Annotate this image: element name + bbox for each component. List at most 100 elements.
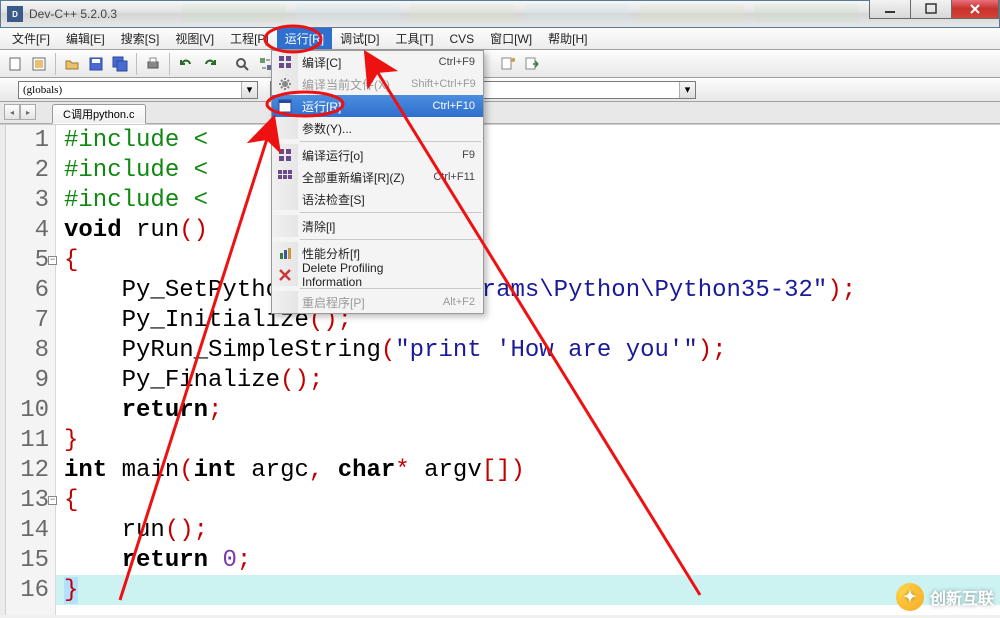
menu-调试[interactable]: 调试[D] bbox=[332, 28, 387, 49]
menu-item: 编译当前文件(X)Shift+Ctrl+F9 bbox=[272, 73, 483, 95]
undo-icon[interactable] bbox=[175, 53, 197, 75]
window-titlebar: D Dev-C++ 5.2.0.3 bbox=[0, 0, 1000, 28]
open-icon[interactable] bbox=[61, 53, 83, 75]
new-window-icon[interactable] bbox=[497, 53, 519, 75]
code-line[interactable]: return; bbox=[64, 395, 1000, 425]
background-tabs bbox=[181, 4, 859, 22]
menu-item-shortcut: Ctrl+F11 bbox=[411, 171, 483, 183]
line-number: 8 bbox=[6, 335, 55, 365]
chevron-down-icon[interactable]: ▾ bbox=[241, 82, 257, 98]
menu-工具[interactable]: 工具[T] bbox=[387, 28, 441, 49]
menu-item-shortcut: Alt+F2 bbox=[411, 296, 483, 308]
menu-cvs[interactable]: CVS bbox=[441, 28, 482, 49]
save-all-icon[interactable] bbox=[109, 53, 131, 75]
menu-item-label: 清除[l] bbox=[298, 218, 411, 235]
menu-item[interactable]: Delete Profiling Information bbox=[272, 264, 483, 286]
maximize-button[interactable] bbox=[910, 0, 952, 19]
menu-帮助[interactable]: 帮助[H] bbox=[540, 28, 595, 49]
close-button[interactable] bbox=[951, 0, 999, 19]
menu-item[interactable]: 全部重新编译[R](Z)Ctrl+F11 bbox=[272, 166, 483, 188]
line-number: 4 bbox=[6, 215, 55, 245]
menu-编辑[interactable]: 编辑[E] bbox=[58, 28, 113, 49]
menu-工程[interactable]: 工程[P] bbox=[222, 28, 277, 49]
line-number: 16 bbox=[6, 575, 55, 605]
window-title: Dev-C++ 5.2.0.3 bbox=[29, 7, 117, 21]
menu-搜索[interactable]: 搜索[S] bbox=[113, 28, 168, 49]
code-line[interactable]: PyRun_SimpleString("print 'How are you'"… bbox=[64, 335, 1000, 365]
menu-item-label: Delete Profiling Information bbox=[298, 261, 411, 289]
menu-item[interactable]: 运行[R]Ctrl+F10 bbox=[272, 95, 483, 117]
redo-icon[interactable] bbox=[199, 53, 221, 75]
window-icon bbox=[272, 95, 298, 117]
line-number: 5− bbox=[6, 245, 55, 275]
code-line[interactable]: Py_Initialize(); bbox=[64, 305, 1000, 335]
menu-item-label: 全部重新编译[R](Z) bbox=[298, 169, 411, 186]
blank-icon bbox=[272, 215, 298, 237]
cog-icon bbox=[272, 73, 298, 95]
new-project-icon[interactable] bbox=[28, 53, 50, 75]
menu-item-label: 重启程序[P] bbox=[298, 294, 411, 311]
menu-运行[interactable]: 运行[R] bbox=[277, 28, 332, 49]
menu-item[interactable]: 清除[l] bbox=[272, 215, 483, 237]
code-line[interactable]: Py_Finalize(); bbox=[64, 365, 1000, 395]
menu-item-label: 运行[R] bbox=[298, 98, 411, 115]
menu-item: 重启程序[P]Alt+F2 bbox=[272, 291, 483, 313]
code-line[interactable]: { bbox=[64, 245, 1000, 275]
line-number: 9 bbox=[6, 365, 55, 395]
code-text-area[interactable]: #include <#include <#include <void run()… bbox=[56, 125, 1000, 615]
tab-nav-right[interactable]: ▸ bbox=[20, 104, 36, 120]
menu-窗口[interactable]: 窗口[W] bbox=[482, 28, 540, 49]
tab-nav-left[interactable]: ◂ bbox=[4, 104, 20, 120]
blank-icon bbox=[272, 291, 298, 313]
watermark-logo-icon: ✦ bbox=[896, 583, 924, 611]
find-icon[interactable] bbox=[231, 53, 253, 75]
menu-item-label: 参数(Y)... bbox=[298, 120, 411, 137]
file-tab[interactable]: C调用python.c bbox=[52, 104, 146, 124]
menu-item-label: 编译[C] bbox=[298, 54, 411, 71]
line-number: 11 bbox=[6, 425, 55, 455]
line-number: 3 bbox=[6, 185, 55, 215]
print-icon[interactable] bbox=[142, 53, 164, 75]
line-number-gutter: 12345−678910111213−141516 bbox=[6, 125, 56, 615]
new-file-icon[interactable] bbox=[4, 53, 26, 75]
toolbar bbox=[0, 50, 1000, 78]
scope-combobox[interactable]: (globals) ▾ bbox=[18, 81, 258, 99]
code-line[interactable]: run(); bbox=[64, 515, 1000, 545]
run-menu-dropdown[interactable]: 编译[C]Ctrl+F9编译当前文件(X)Shift+Ctrl+F9运行[R]C… bbox=[271, 50, 484, 314]
chevron-down-icon[interactable]: ▾ bbox=[679, 82, 695, 98]
menu-item[interactable]: 编译运行[o]F9 bbox=[272, 144, 483, 166]
class-browser-bar: (globals) ▾ ▾ bbox=[0, 78, 1000, 102]
file-tab-label: C调用python.c bbox=[63, 106, 135, 122]
line-number: 15 bbox=[6, 545, 55, 575]
minimize-button[interactable] bbox=[869, 0, 911, 19]
menu-文件[interactable]: 文件[F] bbox=[4, 28, 58, 49]
goto-icon[interactable] bbox=[521, 53, 543, 75]
editor-tabs-row: ◂ ▸ C调用python.c bbox=[0, 102, 1000, 124]
line-number: 12 bbox=[6, 455, 55, 485]
save-icon[interactable] bbox=[85, 53, 107, 75]
code-line[interactable]: void run() bbox=[64, 215, 1000, 245]
line-number: 6 bbox=[6, 275, 55, 305]
menu-item[interactable]: 参数(Y)... bbox=[272, 117, 483, 139]
code-line[interactable]: #include < bbox=[64, 155, 1000, 185]
xred-icon bbox=[272, 264, 298, 286]
blank-icon bbox=[272, 188, 298, 210]
code-line[interactable]: #include < bbox=[64, 185, 1000, 215]
menu-item-shortcut: Ctrl+F10 bbox=[411, 100, 483, 112]
code-line[interactable]: int main(int argc, char* argv[]) bbox=[64, 455, 1000, 485]
code-editor[interactable]: 12345−678910111213−141516 #include <#inc… bbox=[0, 124, 1000, 615]
menu-视图[interactable]: 视图[V] bbox=[167, 28, 222, 49]
menu-item[interactable]: 语法检查[S] bbox=[272, 188, 483, 210]
code-line[interactable]: #include < bbox=[64, 125, 1000, 155]
code-line[interactable]: return 0; bbox=[64, 545, 1000, 575]
menu-item-label: 性能分析[f] bbox=[298, 245, 411, 262]
code-line[interactable]: } bbox=[64, 425, 1000, 455]
code-line[interactable]: Py_SetPythonHome("C:\Programs\Python\Pyt… bbox=[64, 275, 1000, 305]
code-line[interactable]: { bbox=[64, 485, 1000, 515]
code-line[interactable]: } bbox=[64, 575, 1000, 605]
watermark: ✦ 创新互联 bbox=[896, 583, 994, 611]
menu-item-label: 编译当前文件(X) bbox=[298, 76, 411, 93]
menu-item-label: 语法检查[S] bbox=[298, 191, 411, 208]
menu-item[interactable]: 编译[C]Ctrl+F9 bbox=[272, 51, 483, 73]
menu-item-shortcut: F9 bbox=[411, 149, 483, 161]
